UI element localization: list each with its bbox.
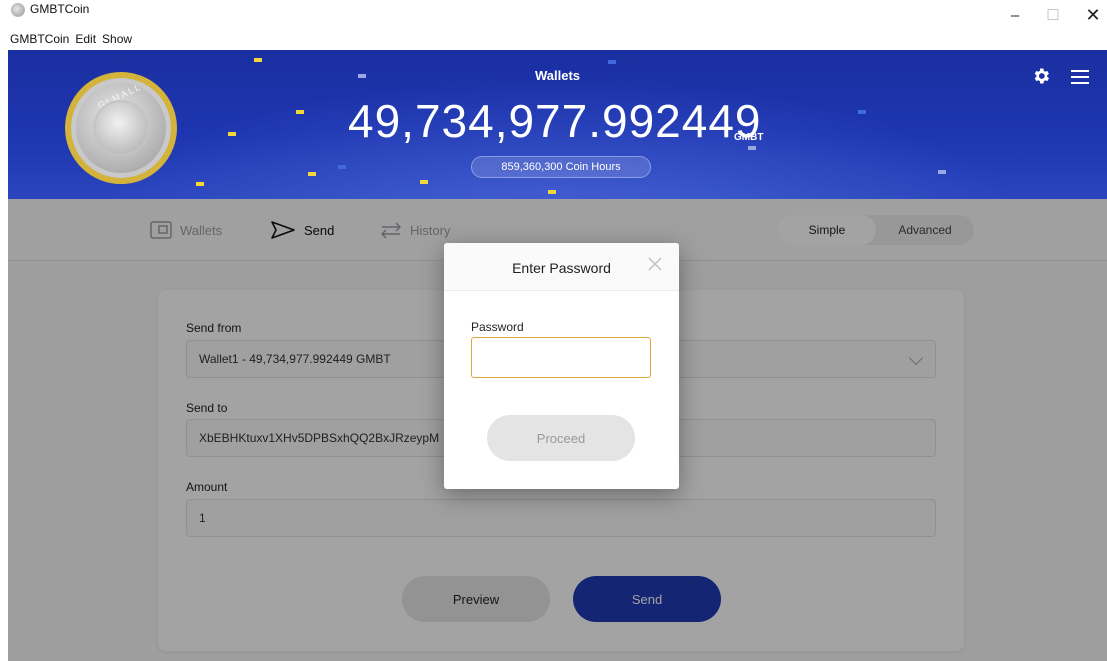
hamburger-menu-icon[interactable]	[1071, 70, 1089, 84]
decor-speck	[420, 180, 428, 184]
title-bar: GMBTCoin – ☐ ✕	[0, 0, 1107, 34]
dialog-title: Enter Password	[512, 260, 611, 276]
dialog-header: Enter Password	[444, 243, 679, 291]
menu-edit[interactable]: Edit	[75, 32, 102, 50]
app-icon	[11, 3, 25, 17]
decor-speck	[228, 132, 236, 136]
coin-logo: GLMALL	[65, 72, 177, 184]
decor-speck	[196, 182, 204, 186]
decor-speck	[308, 172, 316, 176]
wallet-balance: 49,734,977.992449	[348, 95, 762, 147]
wallet-header: GLMALL Wallets 49,734,977.992449 GMBT 85…	[8, 50, 1107, 199]
decor-speck	[254, 58, 262, 62]
menu-gmbtcoin[interactable]: GMBTCoin	[0, 32, 75, 50]
close-window-button[interactable]: ✕	[1070, 0, 1107, 30]
window-title: GMBTCoin	[30, 2, 90, 16]
close-icon[interactable]	[648, 257, 662, 271]
decor-speck	[338, 165, 346, 169]
proceed-button[interactable]: Proceed	[487, 415, 635, 461]
decor-speck	[608, 60, 616, 64]
decor-speck	[548, 190, 556, 194]
decor-speck	[858, 110, 866, 114]
gear-icon[interactable]	[1031, 66, 1051, 86]
decor-speck	[938, 170, 946, 174]
balance-unit: GMBT	[734, 132, 764, 143]
menu-show[interactable]: Show	[102, 32, 138, 50]
password-dialog: Enter Password Password Proceed	[444, 243, 679, 489]
decor-speck	[296, 110, 304, 114]
menu-bar: GMBTCoin Edit Show	[0, 32, 138, 50]
password-input[interactable]	[471, 337, 651, 378]
password-label: Password	[471, 320, 524, 334]
coin-logo-center	[93, 100, 149, 156]
header-title: Wallets	[534, 68, 581, 83]
coin-hours-badge: 859,360,300 Coin Hours	[471, 156, 651, 178]
